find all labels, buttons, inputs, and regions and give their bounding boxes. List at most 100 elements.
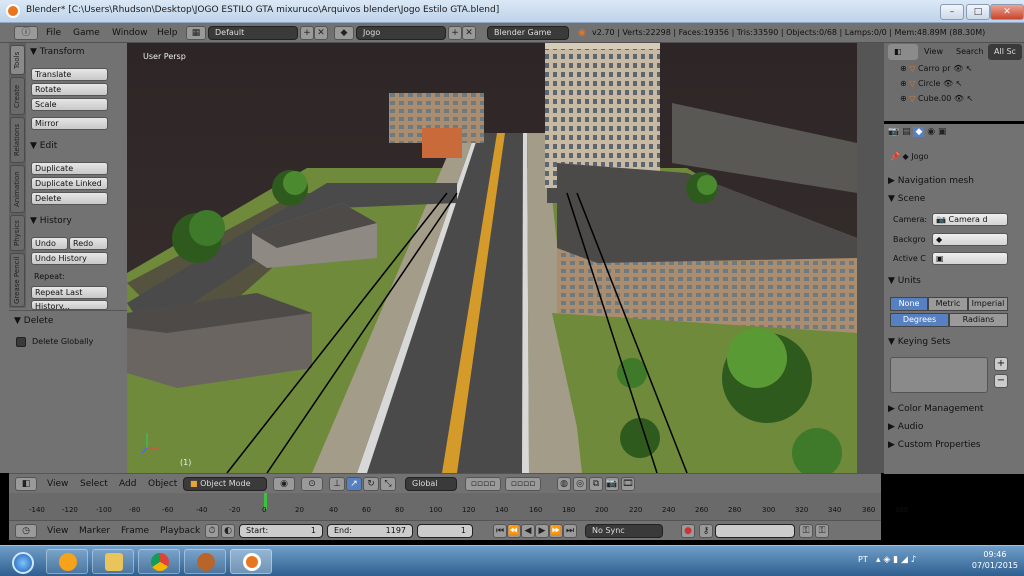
snap-icon[interactable]: ⧉ — [589, 477, 603, 491]
layout-selector[interactable]: Default — [208, 26, 298, 40]
blender-taskbar-icon[interactable] — [230, 549, 272, 574]
add-scene-icon[interactable]: + — [448, 26, 462, 40]
tab-relations[interactable]: Relations — [10, 117, 25, 163]
operator-panel-header[interactable]: ▼ Delete — [14, 316, 53, 326]
opengl-render-icon[interactable]: 🎞 — [621, 477, 635, 491]
play-icon[interactable]: ▶ — [535, 524, 549, 538]
object-tab-icon[interactable]: ▣ — [938, 127, 947, 137]
undo-button[interactable]: Undo — [31, 237, 68, 250]
translate-button[interactable]: Translate — [31, 68, 108, 81]
layers-grid-a[interactable]: ▫▫▫▫ — [465, 477, 501, 491]
rotation-degrees-button[interactable]: Degrees — [890, 313, 949, 327]
proportional-edit-icon[interactable]: ◎ — [573, 477, 587, 491]
unit-none-button[interactable]: None — [890, 297, 928, 311]
keying-sets-list[interactable] — [890, 357, 988, 393]
delete-globally-checkbox[interactable] — [16, 337, 26, 347]
eye-icon[interactable]: 👁 — [954, 94, 964, 103]
taskbar-clock[interactable]: 09:46 07/01/2015 — [972, 549, 1018, 571]
navigation-mesh-panel-header[interactable]: ▶ Navigation mesh — [888, 176, 1016, 186]
remove-layout-icon[interactable]: ✕ — [314, 26, 328, 40]
delete-button[interactable]: Delete — [31, 192, 108, 205]
insert-keyframe-icon[interactable]: ⚿ — [799, 524, 813, 538]
menu-window[interactable]: Window — [112, 28, 148, 38]
maximize-button[interactable]: □ — [966, 4, 990, 20]
undo-history-button[interactable]: Undo History — [31, 252, 108, 265]
camera-tab-icon[interactable]: 📷 — [888, 127, 899, 137]
view-menu[interactable]: View — [47, 479, 68, 489]
chrome-taskbar-icon[interactable] — [138, 549, 180, 574]
delete-keyframe-icon[interactable]: ⚿ — [815, 524, 829, 538]
custom-properties-panel-header[interactable]: ▶ Custom Properties — [888, 440, 1016, 450]
jump-start-icon[interactable]: ⏮ — [493, 524, 507, 538]
tab-create[interactable]: Create — [10, 77, 25, 115]
layers-tab-icon[interactable]: ▤ — [902, 127, 911, 137]
history-button[interactable]: History... — [31, 300, 108, 310]
add-keying-set-button[interactable]: + — [994, 357, 1008, 371]
units-panel-header[interactable]: ▼ Units — [888, 276, 1016, 286]
audio-panel-header[interactable]: ▶ Audio — [888, 422, 1016, 432]
repeat-last-button[interactable]: Repeat Last — [31, 286, 108, 299]
keying-sets-panel-header[interactable]: ▼ Keying Sets — [888, 337, 1016, 347]
pivot-selector[interactable]: ⊙ — [301, 477, 323, 491]
mirror-button[interactable]: Mirror — [31, 117, 108, 130]
manipulator-toggle[interactable]: ⊥ — [329, 477, 345, 491]
scale-button[interactable]: Scale — [31, 98, 108, 111]
outliner-editor-button[interactable]: ◧ — [888, 44, 918, 60]
3d-viewport[interactable] — [127, 43, 857, 473]
active-keying-set-field[interactable] — [715, 524, 795, 538]
menu-help[interactable]: Help — [157, 28, 178, 38]
outliner-search-menu[interactable]: Search — [950, 44, 989, 60]
add-menu[interactable]: Add — [119, 479, 136, 489]
end-frame-field[interactable]: End: 1197 — [327, 524, 413, 538]
rotate-button[interactable]: Rotate — [31, 83, 108, 96]
translate-manipulator[interactable]: ↗ — [346, 477, 362, 491]
remove-keying-set-button[interactable]: − — [994, 374, 1008, 388]
select-menu[interactable]: Select — [80, 479, 108, 489]
games-taskbar-icon[interactable] — [184, 549, 226, 574]
file-explorer-taskbar-icon[interactable] — [92, 549, 134, 574]
menu-game[interactable]: Game — [73, 28, 100, 38]
camera-field[interactable]: 📷 Camera d — [932, 213, 1008, 226]
record-icon[interactable]: ● — [681, 524, 695, 538]
playback-menu[interactable]: Playback — [160, 526, 200, 536]
eye-icon[interactable]: 👁 — [943, 79, 953, 88]
scale-manipulator[interactable]: ⤡ — [380, 477, 396, 491]
next-keyframe-icon[interactable]: ⏩ — [549, 524, 563, 538]
tab-tools[interactable]: Tools — [10, 45, 25, 75]
start-button[interactable] — [2, 549, 42, 574]
outliner-view-menu[interactable]: View — [918, 44, 949, 60]
outliner-item[interactable]: ⊕ ▽ Cube.00 👁 ↖ — [900, 94, 973, 103]
panel-transform-header[interactable]: ▼ Transform — [30, 47, 85, 57]
eye-icon[interactable]: 👁 — [953, 64, 963, 73]
auto-keyframe-icon[interactable]: ◐ — [221, 524, 235, 538]
rotate-manipulator[interactable]: ↻ — [363, 477, 379, 491]
current-frame-field[interactable]: 1 — [417, 524, 473, 538]
pin-icon[interactable]: 📌 — [890, 152, 900, 161]
engine-selector[interactable]: Blender Game — [487, 26, 569, 40]
play-reverse-icon[interactable]: ◀ — [521, 524, 535, 538]
scene-icon[interactable]: ◆ — [334, 26, 354, 40]
mode-selector[interactable]: ■ Object Mode — [183, 477, 267, 491]
add-layout-icon[interactable]: + — [300, 26, 314, 40]
unit-metric-button[interactable]: Metric — [928, 297, 968, 311]
lock-icon[interactable]: ◍ — [557, 477, 571, 491]
editor-type-button[interactable]: ◧ — [15, 477, 37, 491]
object-menu[interactable]: Object — [148, 479, 177, 489]
layers-grid-b[interactable]: ▫▫▫▫ — [505, 477, 541, 491]
outliner-item[interactable]: ⊕ ▽ Carro pr 👁 ↖ — [900, 64, 972, 73]
redo-button[interactable]: Redo — [69, 237, 108, 250]
shading-selector[interactable]: ◉ — [273, 477, 295, 491]
marker-menu[interactable]: Marker — [79, 526, 110, 536]
tab-physics[interactable]: Physics — [10, 215, 25, 251]
editor-type-button[interactable]: ⓘ — [14, 26, 38, 40]
keying-set-icon[interactable]: ⚷ — [699, 524, 713, 538]
close-button[interactable]: ✕ — [990, 4, 1024, 20]
outliner-item[interactable]: ⊕ ▽ Circle 👁 ↖ — [900, 79, 962, 88]
duplicate-linked-button[interactable]: Duplicate Linked — [31, 177, 108, 190]
world-tab-icon[interactable]: ◉ — [927, 127, 935, 137]
sync-mode-selector[interactable]: No Sync — [585, 524, 663, 538]
media-player-taskbar-icon[interactable] — [46, 549, 88, 574]
menu-file[interactable]: File — [46, 28, 61, 38]
remove-scene-icon[interactable]: ✕ — [462, 26, 476, 40]
scene-panel-header[interactable]: ▼ Scene — [888, 194, 1016, 204]
